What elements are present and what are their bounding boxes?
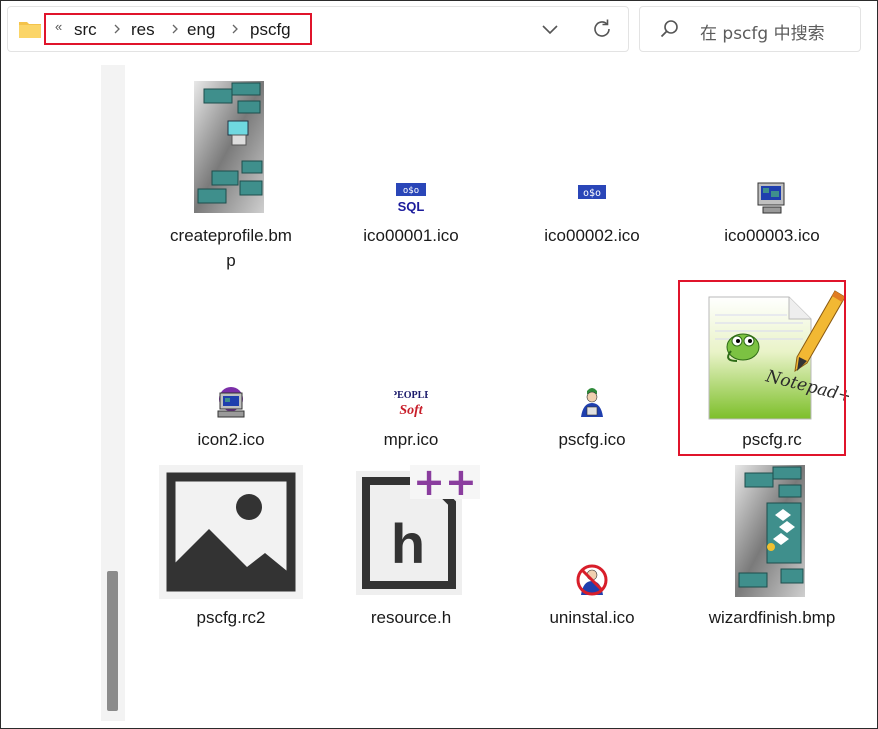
file-name: ico00002.ico: [544, 226, 640, 245]
bitmap-thumbnail-icon: [735, 465, 805, 597]
search-icon: [660, 20, 678, 38]
file-name: pscfg.ico: [558, 430, 626, 449]
svg-text:PEOPLE: PEOPLE: [394, 390, 428, 401]
breadcrumb-overflow-button[interactable]: «: [55, 19, 62, 34]
peoplesoft-logo-icon: PEOPLE Soft: [394, 385, 428, 419]
svg-text:SQL: SQL: [398, 199, 425, 214]
file-item-pscfg-ico[interactable]: pscfg.ico: [507, 383, 677, 453]
breadcrumb-item-eng[interactable]: eng: [187, 20, 215, 40]
header-letter: h: [391, 512, 425, 575]
no-person-icon: [575, 563, 609, 597]
file-name-continued: p: [226, 251, 236, 270]
bitmap-thumbnail-icon: [194, 81, 264, 213]
file-name: uninstal.ico: [549, 608, 635, 627]
search-input[interactable]: 在 pscfg 中搜索: [700, 19, 825, 44]
chevron-right-icon[interactable]: [229, 22, 241, 36]
file-name: ico00003.ico: [724, 226, 820, 245]
file-item-icon2[interactable]: icon2.ico: [146, 383, 316, 453]
file-name: createprofile.bm: [170, 226, 292, 245]
database-icon: o$o: [575, 181, 609, 215]
breadcrumb-item-pscfg[interactable]: pscfg: [250, 20, 291, 40]
svg-text:o$o: o$o: [583, 188, 601, 199]
address-bar[interactable]: « src res eng pscfg: [7, 6, 629, 52]
folder-icon: [19, 22, 41, 38]
file-name: resource.h: [370, 608, 452, 627]
file-item-resource-h[interactable]: h ++ resource.h: [326, 463, 496, 633]
file-name: icon2.ico: [197, 430, 265, 449]
svg-text:Soft: Soft: [399, 403, 423, 418]
file-name: pscfg.rc2: [196, 608, 266, 627]
file-item-ico00003[interactable]: ico00003.ico: [687, 179, 857, 249]
chevron-right-icon[interactable]: [111, 22, 123, 36]
chevron-right-icon[interactable]: [169, 22, 181, 36]
file-name: mpr.ico: [383, 430, 439, 449]
explorer-window: « src res eng pscfg 在 pscfg 中搜索 createpr…: [0, 0, 878, 729]
file-item-uninstal[interactable]: uninstal.ico: [507, 563, 677, 633]
toolbar: « src res eng pscfg 在 pscfg 中搜索: [1, 1, 877, 59]
chevron-down-icon[interactable]: [538, 17, 562, 41]
file-item-ico00001[interactable]: o$o SQL ico00001.ico: [326, 179, 496, 249]
breadcrumb-item-src[interactable]: src: [74, 20, 97, 40]
scrollbar-thumb[interactable]: [107, 571, 118, 711]
search-box[interactable]: 在 pscfg 中搜索: [639, 6, 861, 52]
refresh-icon[interactable]: [590, 17, 614, 41]
file-item-createprofile[interactable]: createprofile.bm p: [146, 79, 316, 270]
selection-highlight: [678, 280, 846, 456]
plus-plus-badge: ++: [413, 465, 477, 504]
svg-text:o$o: o$o: [403, 186, 419, 196]
file-item-ico00002[interactable]: o$o ico00002.ico: [507, 179, 677, 249]
file-item-wizardfinish[interactable]: wizardfinish.bmp: [687, 463, 857, 633]
person-icon: [575, 385, 609, 419]
sql-database-icon: o$o SQL: [394, 181, 428, 215]
file-name: wizardfinish.bmp: [708, 608, 836, 627]
breadcrumb: « src res eng pscfg: [44, 13, 312, 45]
header-file-icon: h ++: [356, 465, 480, 595]
image-placeholder-icon: [159, 465, 303, 599]
file-name: ico00001.ico: [363, 226, 459, 245]
breadcrumb-item-res[interactable]: res: [131, 20, 155, 40]
file-item-mpr[interactable]: PEOPLE Soft mpr.ico: [326, 383, 496, 453]
monitor-icon: [755, 181, 789, 215]
computer-icon: [214, 385, 248, 419]
file-item-pscfg-rc2[interactable]: pscfg.rc2: [146, 463, 316, 633]
